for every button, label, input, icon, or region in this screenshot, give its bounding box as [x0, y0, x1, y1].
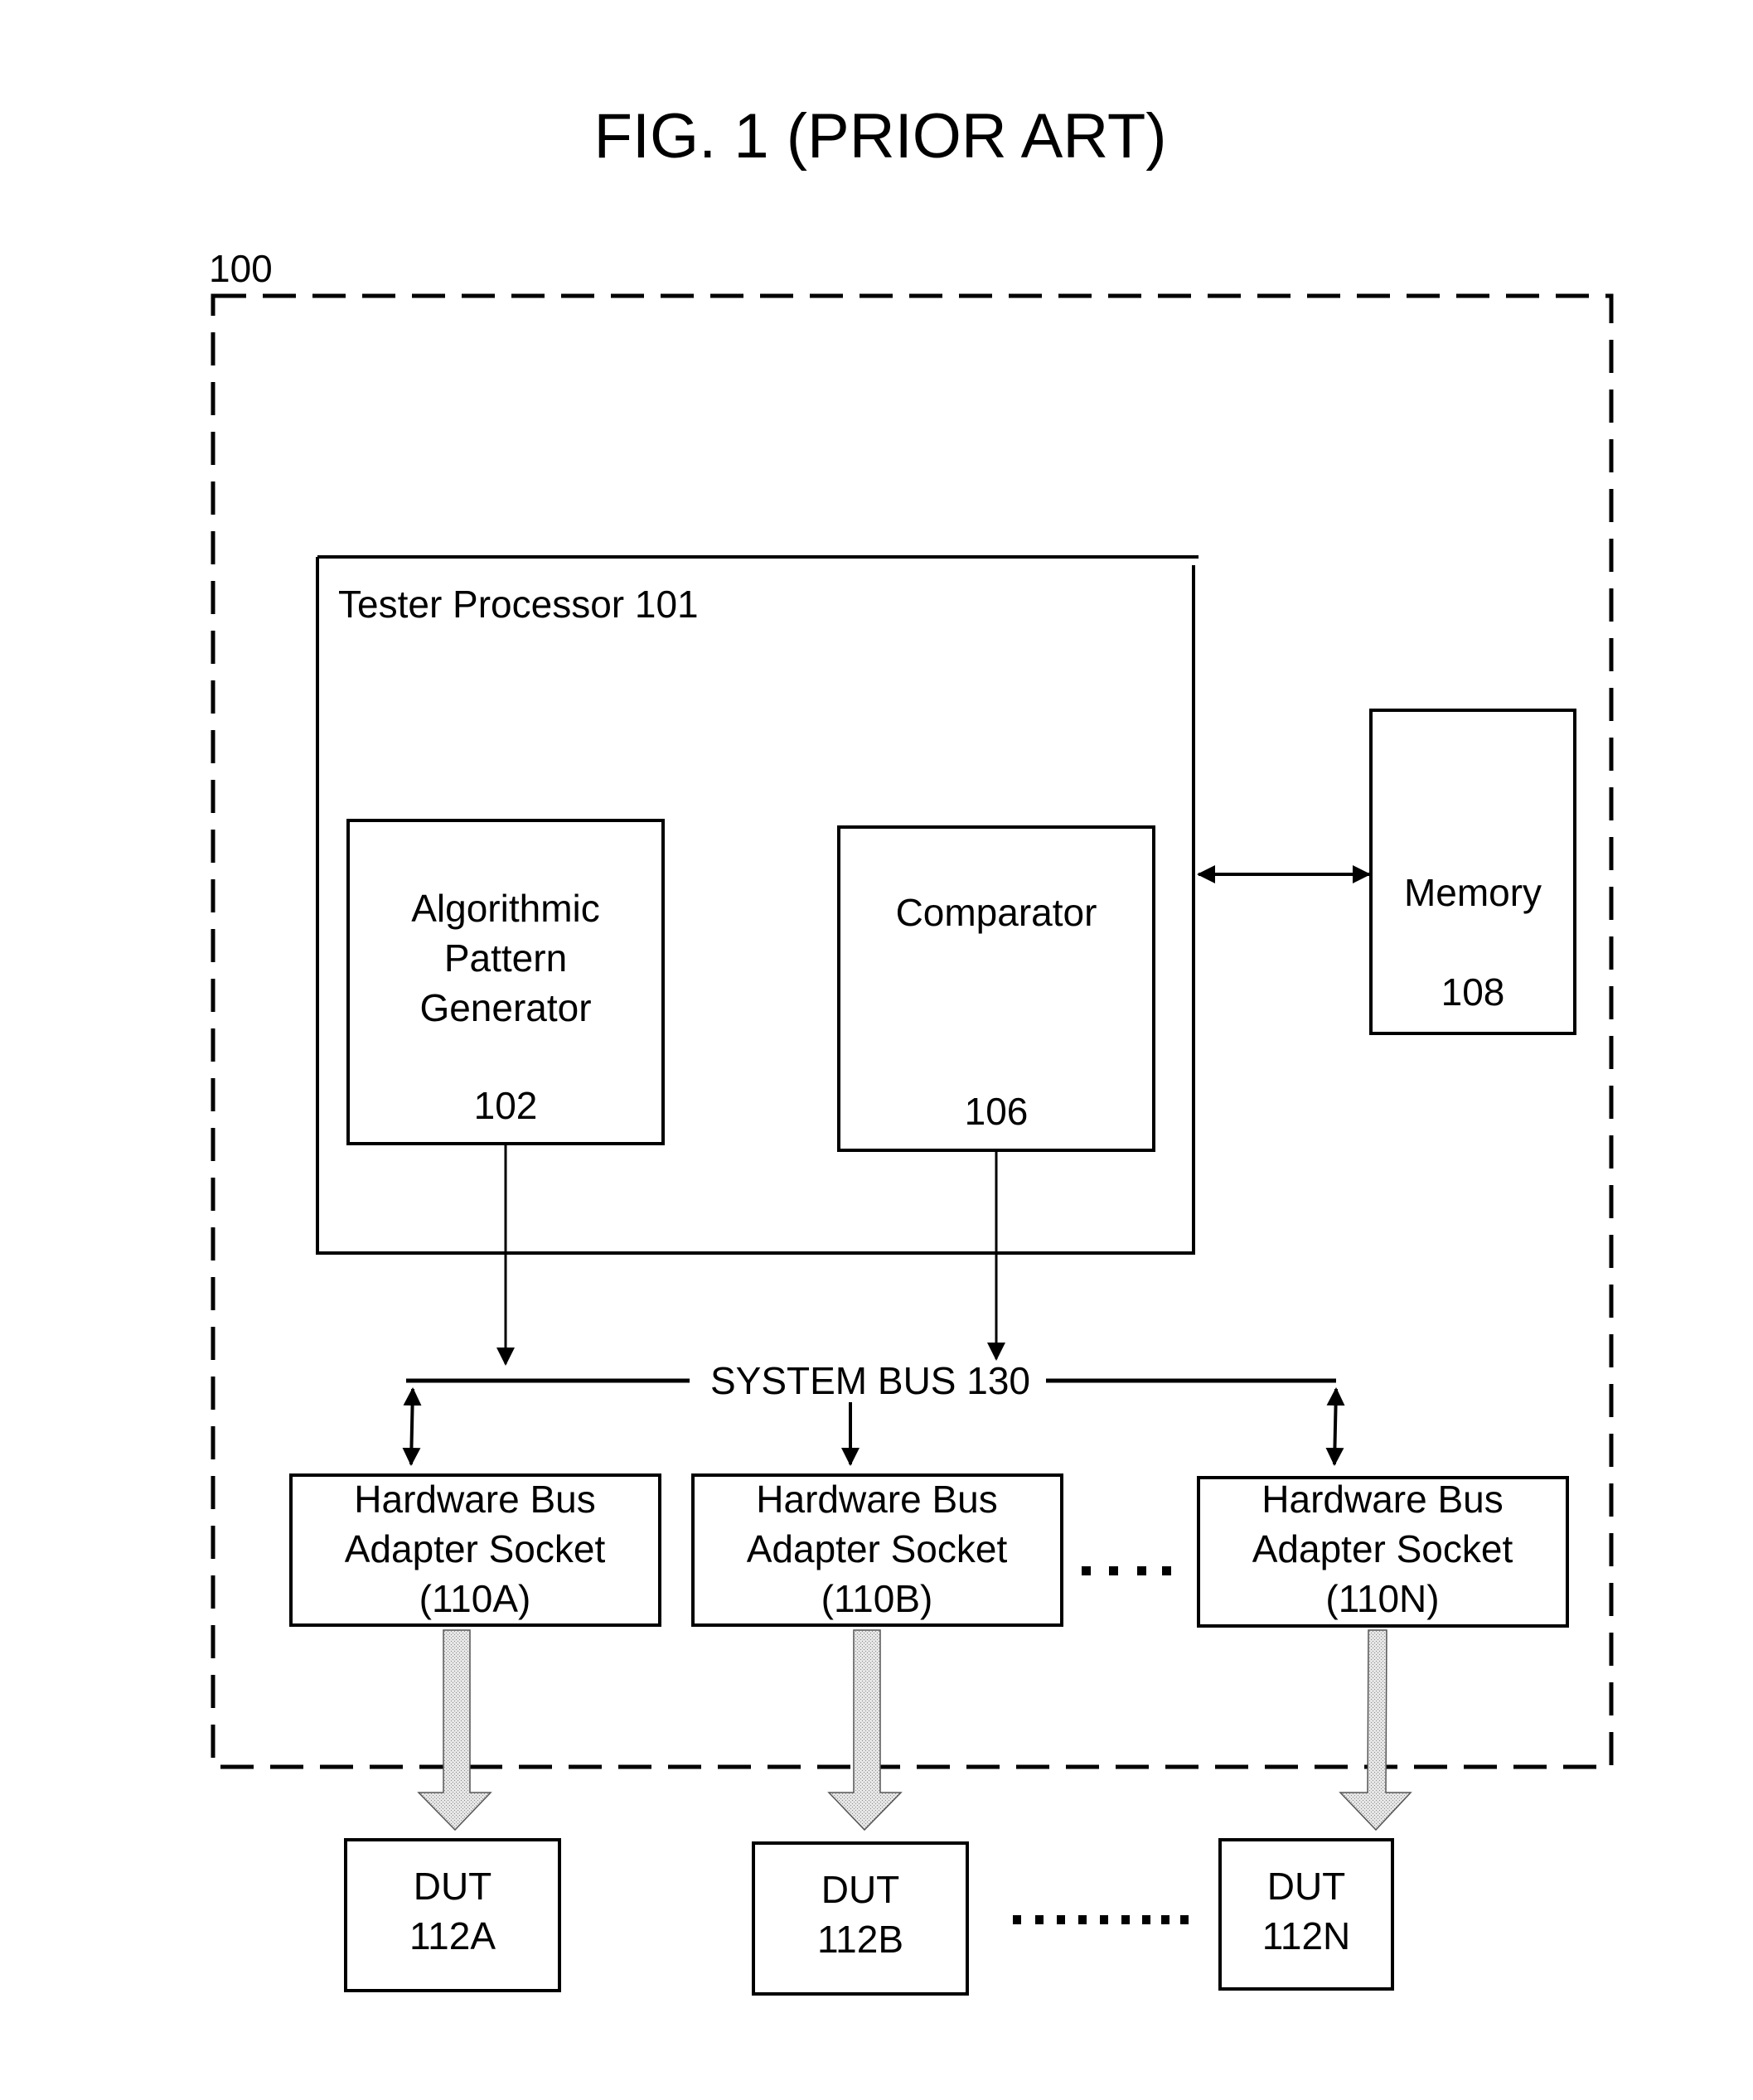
- memory-ref: 108: [1441, 970, 1505, 1014]
- diagram-canvas: FIG. 1 (PRIOR ART) 100 Tester Processor …: [209, 101, 1614, 1996]
- memory-box: Memory 108: [1369, 709, 1576, 1035]
- socket-110n: Hardware Bus Adapter Socket (110N): [1197, 1476, 1569, 1628]
- figure-title: FIG. 1 (PRIOR ART): [593, 101, 1166, 172]
- comparator-label: Comparator: [896, 891, 1097, 934]
- socket-ref: (110A): [419, 1577, 531, 1620]
- socket-110a: Hardware Bus Adapter Socket (110A): [289, 1473, 661, 1627]
- pattern-generator-box: Algorithmic Pattern Generator 102: [346, 819, 665, 1145]
- socket-n-to-dut-arrow: [1339, 1629, 1412, 1831]
- socket-line-2: Adapter Socket: [747, 1527, 1008, 1570]
- socket-ref: (110B): [821, 1577, 933, 1620]
- comparator-ref: 106: [965, 1090, 1029, 1133]
- dut-ellipsis: [1013, 1915, 1189, 1924]
- system-ref-label: 100: [209, 247, 273, 290]
- dut-ref: 112N: [1262, 1914, 1351, 1957]
- bus-socket-a-arrow: [402, 1387, 422, 1466]
- socket-110b: Hardware Bus Adapter Socket (110B): [691, 1473, 1063, 1627]
- socket-b-to-dut-arrow: [827, 1629, 903, 1831]
- socket-line-2: Adapter Socket: [345, 1527, 606, 1570]
- system-bus: SYSTEM BUS 130: [406, 1359, 1336, 1402]
- dut-112a: DUT 112A: [344, 1838, 561, 1992]
- dut-112n: DUT 112N: [1218, 1838, 1394, 1991]
- system-bus-label: SYSTEM BUS 130: [710, 1359, 1030, 1402]
- dut-label: DUT: [414, 1865, 492, 1908]
- memory-label: Memory: [1404, 871, 1542, 914]
- dut-label: DUT: [821, 1868, 900, 1911]
- pattern-generator-line-3: Generator: [419, 986, 591, 1029]
- socket-line-1: Hardware Bus: [354, 1478, 595, 1521]
- dut-ref: 112B: [817, 1918, 903, 1961]
- pattern-generator-ref: 102: [474, 1084, 538, 1127]
- dut-label: DUT: [1267, 1865, 1346, 1908]
- pattern-generator-line-1: Algorithmic: [411, 887, 600, 930]
- dut-ref: 112A: [409, 1914, 496, 1957]
- socket-ref: (110N): [1325, 1577, 1439, 1620]
- socket-line-2: Adapter Socket: [1252, 1527, 1513, 1570]
- comparator-box: Comparator 106: [837, 825, 1155, 1152]
- socket-line-1: Hardware Bus: [756, 1478, 997, 1521]
- socket-line-1: Hardware Bus: [1261, 1478, 1503, 1521]
- pattern-generator-line-2: Pattern: [444, 936, 567, 980]
- dut-112b: DUT 112B: [752, 1841, 969, 1996]
- bus-socket-n-arrow: [1325, 1387, 1345, 1466]
- socket-ellipsis: [1082, 1566, 1171, 1575]
- socket-a-to-dut-arrow: [417, 1629, 492, 1831]
- tester-processor-label: Tester Processor 101: [338, 583, 699, 626]
